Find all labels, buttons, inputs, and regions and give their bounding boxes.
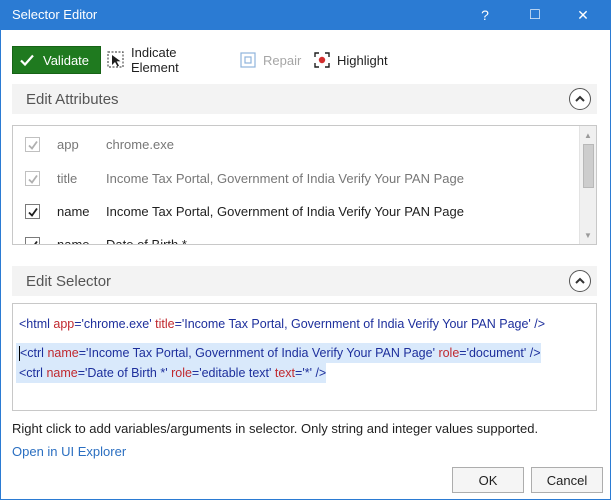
attribute-row[interactable]: name Income Tax Portal, Government of In…: [13, 195, 578, 228]
attribute-value: Income Tax Portal, Government of India V…: [106, 204, 464, 219]
selector-line-html: <html app ='chrome.exe' title ='Income Tax…: [19, 314, 545, 334]
selector-editor[interactable]: <html app ='chrome.exe' title ='Income Tax…: [12, 303, 597, 411]
selector-line-ctrl: <ctrl name ='Income Tax Portal, Governmen…: [16, 343, 541, 363]
attr-value: ='editable text': [191, 366, 275, 380]
highlight-button[interactable]: Highlight: [313, 46, 388, 74]
attribute-name: app: [57, 137, 79, 152]
edit-selector-header: Edit Selector: [12, 266, 597, 296]
attribute-value: Income Tax Portal, Government of India V…: [106, 171, 464, 186]
checkmark-icon: [33, 240, 38, 244]
attributes-scrollbar[interactable]: ▲ ▼: [579, 126, 596, 244]
edit-attributes-header: Edit Attributes: [12, 84, 597, 114]
scroll-thumb[interactable]: [583, 144, 594, 188]
attribute-checkbox[interactable]: [25, 137, 40, 152]
chevron-up-icon: [575, 277, 585, 284]
scroll-down-icon[interactable]: ▼: [580, 227, 596, 243]
attr-name: name: [47, 346, 79, 360]
attribute-value: Date of Birth *: [106, 237, 187, 245]
close-button[interactable]: ✕: [560, 0, 606, 30]
title-bar: Selector Editor ? □ ✕: [0, 0, 611, 30]
tag-open: <ctrl: [19, 366, 47, 380]
attribute-checkbox[interactable]: [25, 237, 40, 244]
check-icon: [20, 54, 34, 67]
ok-button[interactable]: OK: [452, 467, 524, 493]
indicate-element-button[interactable]: Indicate Element: [107, 45, 179, 75]
cancel-button[interactable]: Cancel: [531, 467, 603, 493]
attr-name: role: [438, 346, 460, 360]
attr-value: ='Income Tax Portal, Government of India…: [174, 317, 546, 331]
indicate-icon: [107, 51, 125, 69]
scroll-up-icon[interactable]: ▲: [580, 127, 596, 143]
tag-open: <html: [19, 317, 54, 331]
edit-attributes-title: Edit Attributes: [26, 91, 119, 108]
collapse-selector-button[interactable]: [569, 270, 591, 292]
maximize-button[interactable]: □: [512, 0, 558, 30]
highlight-label: Highlight: [337, 52, 388, 68]
chevron-up-icon: [575, 95, 585, 102]
open-ui-explorer-link[interactable]: Open in UI Explorer: [12, 444, 126, 459]
attr-value: ='Income Tax Portal, Government of India…: [78, 346, 439, 360]
checkmark-icon: [27, 140, 38, 150]
attribute-row[interactable]: title Income Tax Portal, Government of I…: [13, 162, 578, 195]
attr-value: ='Date of Birth *': [77, 366, 172, 380]
attr-value: ='chrome.exe': [74, 317, 156, 331]
attr-name: title: [155, 317, 175, 331]
checkmark-icon: [27, 207, 38, 217]
attribute-checkbox[interactable]: [25, 204, 40, 219]
attr-value: ='document' />: [459, 346, 541, 360]
tag-open: <ctrl: [20, 346, 48, 360]
maximize-icon: □: [530, 6, 540, 23]
validate-label: Validate: [43, 52, 90, 68]
repair-button[interactable]: Repair: [239, 46, 301, 74]
repair-icon: [239, 51, 257, 69]
selector-line-ctrl: <ctrl name ='Date of Birth *' role ='edita…: [16, 363, 327, 383]
attribute-row[interactable]: app chrome.exe: [13, 128, 578, 161]
attribute-name: title: [57, 171, 78, 186]
window-title: Selector Editor: [12, 7, 98, 22]
attr-name: name: [46, 366, 78, 380]
repair-label: Repair: [263, 52, 302, 68]
close-icon: ✕: [577, 6, 589, 23]
collapse-attributes-button[interactable]: [569, 88, 591, 110]
attribute-checkbox[interactable]: [25, 171, 40, 186]
attribute-name: name: [57, 204, 90, 219]
highlight-icon: [313, 51, 331, 69]
attributes-list: app chrome.exe title Income Tax Portal, …: [12, 125, 597, 245]
hint-text: Right click to add variables/arguments i…: [12, 421, 539, 436]
attr-name: role: [171, 366, 192, 380]
help-button[interactable]: ?: [462, 0, 508, 30]
checkmark-icon: [27, 174, 38, 184]
attr-name: app: [53, 317, 75, 331]
validate-button[interactable]: Validate: [12, 46, 101, 74]
attribute-row[interactable]: name Date of Birth *: [13, 228, 578, 245]
edit-selector-title: Edit Selector: [26, 273, 112, 290]
help-icon: ?: [481, 7, 489, 23]
attr-value: ='*' />: [295, 366, 327, 380]
attr-name: text: [274, 366, 296, 380]
attribute-name: name: [57, 237, 90, 245]
indicate-label: Indicate Element: [131, 45, 179, 75]
attribute-value: chrome.exe: [106, 137, 174, 152]
